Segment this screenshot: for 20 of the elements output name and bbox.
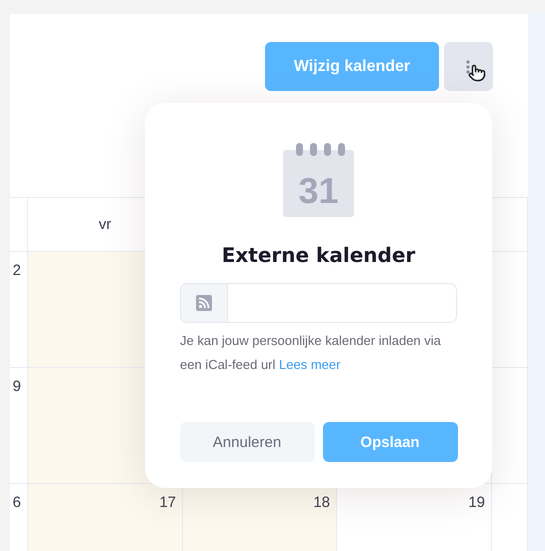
save-button[interactable]: Opslaan <box>322 422 458 462</box>
calendar-icon <box>281 143 356 217</box>
hand-pointer-icon <box>468 64 486 82</box>
dialog-title: Externe kalender <box>222 243 416 267</box>
weekday-header: vr <box>98 216 112 233</box>
read-more-link[interactable]: Lees meer <box>279 357 340 372</box>
day-number: 18 <box>313 494 330 511</box>
more-options-button[interactable] <box>444 42 493 91</box>
cancel-button[interactable]: Annuleren <box>180 422 314 462</box>
day-number: 19 <box>468 494 485 511</box>
input-group[interactable] <box>180 283 457 323</box>
rss-icon <box>196 295 212 311</box>
day-number: 6 <box>12 494 21 511</box>
help-text: Je kan jouw persoonlijke kalender inladen via een iCal-feed url Lees meer <box>180 332 442 374</box>
more-icon <box>466 60 470 74</box>
day-number: 2 <box>12 262 21 279</box>
edit-calendar-button[interactable]: Wijzig kalender <box>265 42 439 91</box>
day-number: 9 <box>12 378 21 395</box>
day-number: 17 <box>159 494 176 511</box>
calendar-day-number: 31 <box>298 170 339 212</box>
